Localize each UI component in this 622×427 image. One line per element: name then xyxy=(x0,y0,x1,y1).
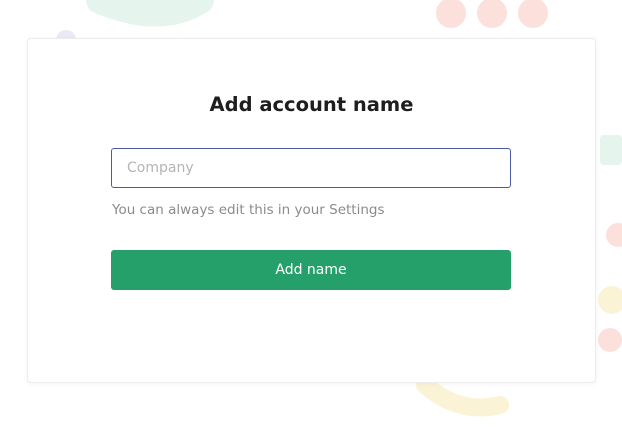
add-account-name-card: Add account name You can always edit thi… xyxy=(27,38,596,383)
deco-red-dot-3 xyxy=(518,0,548,28)
deco-yellow-arc xyxy=(416,376,509,417)
settings-hint: You can always edit this in your Setting… xyxy=(112,202,385,218)
add-name-button[interactable]: Add name xyxy=(111,250,511,290)
deco-red-dot-2 xyxy=(477,0,507,28)
deco-red-dot-right-low xyxy=(598,328,622,352)
deco-red-dot-1 xyxy=(436,0,466,28)
dialog-title: Add account name xyxy=(209,93,414,116)
deco-yellow-dot-right xyxy=(598,286,622,314)
deco-green-arc xyxy=(86,0,214,27)
deco-red-dot-right xyxy=(606,223,622,247)
deco-green-bar-right xyxy=(600,135,622,165)
company-input[interactable] xyxy=(111,148,511,188)
